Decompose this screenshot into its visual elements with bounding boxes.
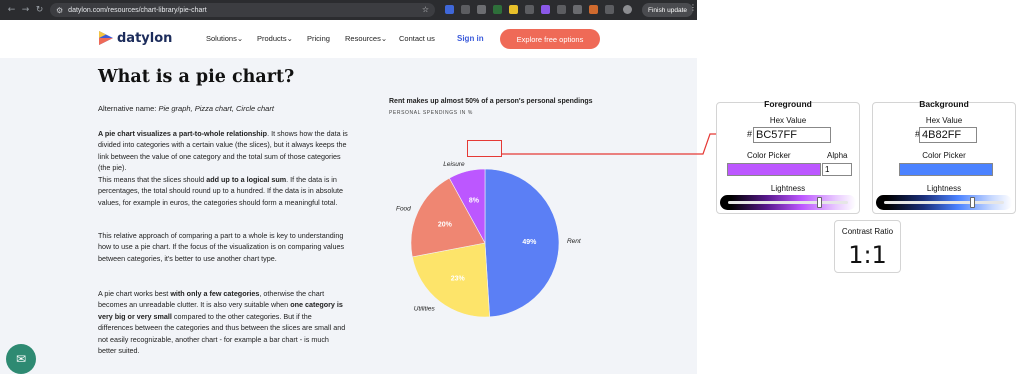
foreground-alpha-input[interactable]: 1	[822, 163, 852, 176]
contrast-ratio-panel: Contrast Ratio 1:1	[834, 220, 901, 273]
foreground-title: Foreground	[764, 99, 812, 109]
background-color-picker[interactable]	[899, 163, 993, 176]
background-lightness-label: Lightness	[926, 184, 962, 193]
foreground-panel: Foreground Hex Value # BC57FF Color Pick…	[716, 99, 860, 214]
screenshot-root: ← → ↻ ⚙ datylon.com/resources/chart-libr…	[0, 0, 1024, 374]
hash-symbol: #	[747, 129, 753, 139]
background-lightness-slider[interactable]	[876, 195, 1012, 210]
foreground-lightness-slider[interactable]	[720, 195, 856, 210]
annotation-arrow	[502, 131, 746, 155]
background-picker-label: Color Picker	[922, 151, 966, 160]
slider-track	[728, 201, 848, 204]
background-hex-input[interactable]: 4B82FF	[919, 127, 977, 143]
background-hex-label: Hex Value	[925, 116, 963, 125]
foreground-hex-label: Hex Value	[769, 116, 807, 125]
slider-thumb[interactable]	[816, 197, 822, 208]
background-title: Background	[919, 99, 969, 109]
foreground-picker-label: Color Picker	[747, 151, 791, 160]
foreground-lightness-label: Lightness	[770, 184, 806, 193]
contrast-ratio-title: Contrast Ratio	[841, 227, 894, 236]
foreground-alpha-label: Alpha	[827, 151, 848, 160]
foreground-hex-input[interactable]: BC57FF	[753, 127, 831, 143]
contrast-ratio-value: 1:1	[848, 241, 887, 269]
slider-track	[884, 201, 1004, 204]
foreground-color-picker[interactable]	[727, 163, 821, 176]
background-panel: Background Hex Value # 4B82FF Color Pick…	[872, 99, 1016, 214]
slider-thumb[interactable]	[970, 197, 976, 208]
